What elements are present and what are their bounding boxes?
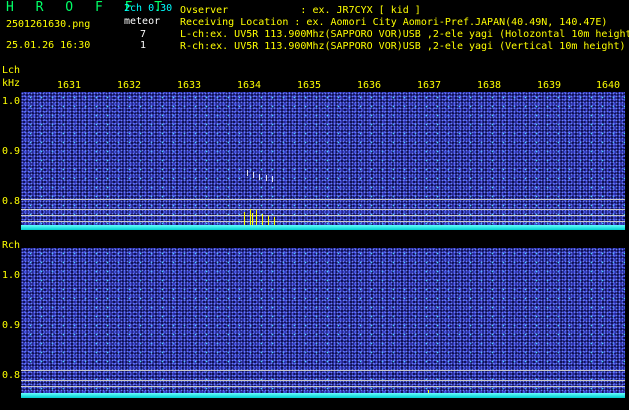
lch-label: Lch — [2, 65, 21, 76]
meteor-spike — [252, 213, 253, 225]
lch-grid-line — [21, 209, 625, 210]
freq-tick-label: 1633 — [176, 80, 202, 91]
lch-scale-label: 1.0 — [2, 96, 21, 107]
channel-mode: 2ch 0.30 — [124, 3, 173, 14]
unit-label: kHz — [2, 78, 21, 89]
meteor-echo-trace — [272, 176, 273, 182]
meteor-spike — [262, 214, 263, 225]
rch-scale-label: 0.8 — [2, 370, 21, 381]
meteor-echo-trace — [266, 175, 267, 181]
rch-waterfall — [21, 248, 625, 398]
rch-scale-label: 1.0 — [2, 270, 21, 281]
lch-grid-line — [21, 221, 625, 222]
meteor-spike — [274, 217, 275, 225]
date-time: 25.01.26 16:30 — [6, 40, 91, 51]
freq-tick-label: 1635 — [296, 80, 322, 91]
lch-scale-label: 0.8 — [2, 196, 21, 207]
freq-tick-label: 1637 — [416, 80, 442, 91]
lch-grid-line — [21, 215, 625, 216]
lch-grid-line — [21, 199, 625, 200]
location-info: Receiving Location : ex. Aomori City Aom… — [180, 17, 608, 28]
meteor-spike — [268, 216, 269, 225]
freq-tick-label: 1638 — [476, 80, 502, 91]
meteor-echo-trace — [247, 170, 248, 176]
freq-tick-label: 1631 — [56, 80, 82, 91]
meteor-spike — [244, 212, 245, 225]
meteor-echo-trace — [259, 174, 260, 180]
meteor-spike — [250, 209, 251, 225]
rch-grid-line — [21, 370, 625, 371]
rch-noise-floor — [21, 393, 625, 398]
rch-grid-line — [21, 386, 625, 387]
lch-scale-label: 0.9 — [2, 146, 21, 157]
meteor-label: meteor — [124, 16, 161, 27]
file-name: 2501261630.png — [6, 19, 91, 30]
freq-tick-label: 1636 — [356, 80, 382, 91]
observer-info: Ovserver : ex. JR7CYX [ kid ] — [180, 5, 421, 16]
lch-noise-floor — [21, 225, 625, 230]
meteor-spike — [256, 210, 257, 225]
freq-tick-label: 1632 — [116, 80, 142, 91]
lch-receiver-info: L-ch:ex. UV5R 113.900Mhz(SAPPORO VOR)USB… — [180, 29, 629, 40]
lch-waterfall — [21, 92, 625, 230]
rch-scale-label: 0.9 — [2, 320, 21, 331]
rch-label: Rch — [2, 240, 21, 251]
meteor-echo-trace — [253, 172, 254, 178]
freq-tick-label: 1640 — [595, 80, 621, 91]
freq-tick-label: 1639 — [536, 80, 562, 91]
rch-grid-line — [21, 380, 625, 381]
rch-receiver-info: R-ch:ex. UV5R 113.900Mhz(SAPPORO VOR)USB… — [180, 41, 626, 52]
meteor-count-rch: 1 — [140, 40, 147, 51]
freq-tick-label: 1634 — [236, 80, 262, 91]
